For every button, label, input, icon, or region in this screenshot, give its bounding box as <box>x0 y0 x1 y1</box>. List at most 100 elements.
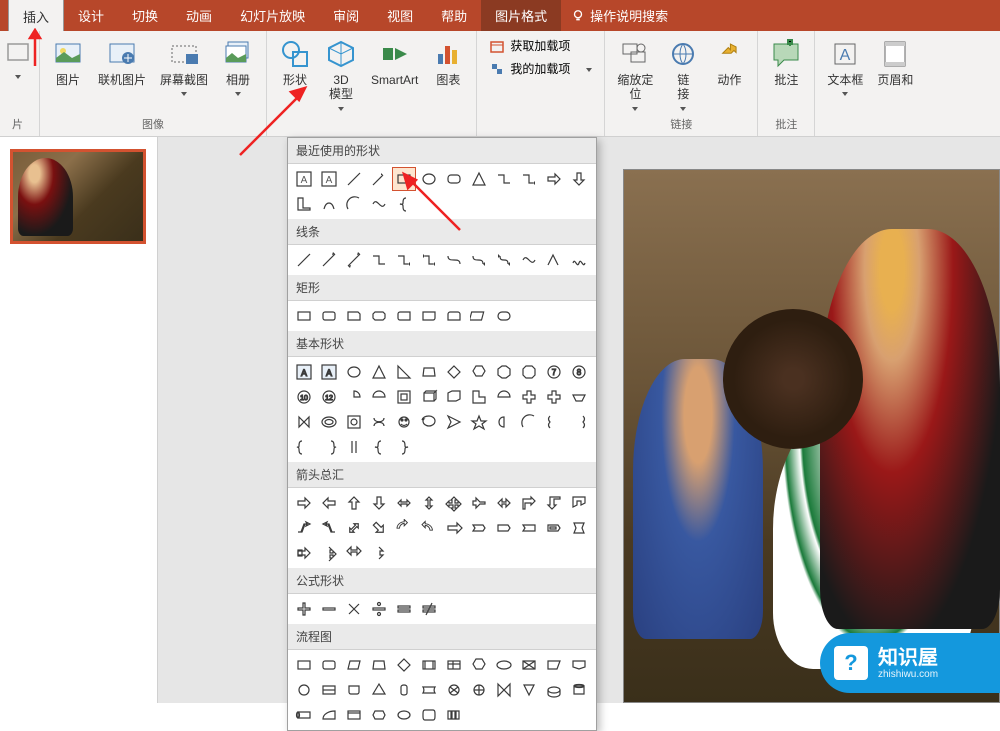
shape-basic-29[interactable] <box>417 410 441 434</box>
slide-thumbnail-1[interactable] <box>10 149 146 244</box>
shape-rect-3[interactable] <box>342 304 366 328</box>
shape-freeform-2[interactable] <box>542 248 566 272</box>
shape-basic-1[interactable]: A <box>317 360 341 384</box>
shape-basic-3[interactable] <box>367 360 391 384</box>
shape-basic-31[interactable] <box>467 410 491 434</box>
shape-basic-17[interactable] <box>417 385 441 409</box>
shape-flow-30[interactable] <box>442 703 466 727</box>
shape-line-2[interactable] <box>317 248 341 272</box>
shape-basic-38[interactable] <box>342 435 366 459</box>
shape-flow-6[interactable] <box>442 653 466 677</box>
shape-arrow-3[interactable] <box>367 491 391 515</box>
shape-rect-2[interactable] <box>317 304 341 328</box>
shape-basic-12[interactable]: 10 <box>292 385 316 409</box>
shape-flow-16[interactable] <box>392 678 416 702</box>
shape-arrow-4[interactable] <box>392 491 416 515</box>
my-addins-button[interactable]: 我的加载项 <box>483 58 598 79</box>
shape-line-1[interactable] <box>292 248 316 272</box>
shape-basic-39[interactable] <box>367 435 391 459</box>
header-footer-button[interactable]: 页眉和 <box>871 35 919 136</box>
shape-flow-1[interactable] <box>317 653 341 677</box>
shape-arrow-23[interactable] <box>567 516 591 540</box>
shape-basic-4[interactable] <box>392 360 416 384</box>
shape-flow-29[interactable] <box>417 703 441 727</box>
shape-textbox[interactable]: A <box>292 167 316 191</box>
shape-curve-conn-1[interactable] <box>442 248 466 272</box>
shape-basic-19[interactable] <box>467 385 491 409</box>
shape-arrow-16[interactable] <box>392 516 416 540</box>
shape-arrow-5[interactable] <box>417 491 441 515</box>
shape-curve-free[interactable] <box>517 248 541 272</box>
shape-basic-5[interactable] <box>417 360 441 384</box>
shape-arrow-24[interactable] <box>292 541 316 565</box>
shape-flow-8[interactable] <box>492 653 516 677</box>
shape-basic-36[interactable] <box>292 435 316 459</box>
shape-basic-27[interactable] <box>367 410 391 434</box>
shape-flow-11[interactable] <box>567 653 591 677</box>
shape-basic-8[interactable] <box>492 360 516 384</box>
shape-line-arrow[interactable] <box>367 167 391 191</box>
shape-elbow-1[interactable] <box>367 248 391 272</box>
comment-button[interactable]: 批注 <box>764 35 808 114</box>
shape-rect-8[interactable] <box>467 304 491 328</box>
shape-arrow-21[interactable] <box>517 516 541 540</box>
zoom-button[interactable]: 缩放定 位 <box>611 35 659 114</box>
online-pictures-button[interactable]: 联机图片 <box>92 35 152 114</box>
shape-arrow-18[interactable] <box>442 516 466 540</box>
shape-basic-21[interactable] <box>517 385 541 409</box>
shape-arrow-20[interactable] <box>492 516 516 540</box>
tab-view[interactable]: 视图 <box>373 0 427 32</box>
tab-pictureformat[interactable]: 图片格式 <box>481 0 561 32</box>
shape-basic-23[interactable] <box>567 385 591 409</box>
textbox-button[interactable]: A 文本框 <box>821 35 869 136</box>
shape-basic-24[interactable] <box>292 410 316 434</box>
chart-button[interactable]: 图表 <box>426 35 470 130</box>
shape-basic-22[interactable] <box>542 385 566 409</box>
shape-arrow-12[interactable] <box>292 516 316 540</box>
shape-flow-13[interactable] <box>317 678 341 702</box>
shape-elbow-2[interactable] <box>392 248 416 272</box>
shape-arrow-26[interactable] <box>342 541 366 565</box>
tell-me-search[interactable]: 操作说明搜索 <box>561 6 678 25</box>
shape-basic-15[interactable] <box>367 385 391 409</box>
shape-basic-34[interactable] <box>542 410 566 434</box>
shape-basic-18[interactable] <box>442 385 466 409</box>
shape-line[interactable] <box>342 167 366 191</box>
shape-arrow-10[interactable] <box>542 491 566 515</box>
shape-basic-28[interactable] <box>392 410 416 434</box>
shape-basic-35[interactable] <box>567 410 591 434</box>
shape-flow-28[interactable] <box>392 703 416 727</box>
shape-basic-14[interactable] <box>342 385 366 409</box>
shape-rect-7[interactable] <box>442 304 466 328</box>
shape-curve-conn-3[interactable] <box>492 248 516 272</box>
shape-equals[interactable] <box>392 597 416 621</box>
shape-connector-elbow[interactable] <box>492 167 516 191</box>
link-button[interactable]: 链 接 <box>661 35 705 114</box>
shape-arrow-14[interactable] <box>342 516 366 540</box>
shape-arrow-1[interactable] <box>317 491 341 515</box>
shape-flow-5[interactable] <box>417 653 441 677</box>
shape-rect-4[interactable] <box>367 304 391 328</box>
selected-image[interactable] <box>623 169 1000 703</box>
shape-arrow-22[interactable] <box>542 516 566 540</box>
shape-arrow-15[interactable] <box>367 516 391 540</box>
shape-basic-33[interactable] <box>517 410 541 434</box>
shape-basic-40[interactable] <box>392 435 416 459</box>
shape-basic-32[interactable] <box>492 410 516 434</box>
action-button[interactable]: 动作 <box>707 35 751 114</box>
shape-arrow-7[interactable] <box>467 491 491 515</box>
shape-basic-6[interactable] <box>442 360 466 384</box>
shape-flow-19[interactable] <box>467 678 491 702</box>
shape-basic-10[interactable]: 7 <box>542 360 566 384</box>
shape-rect-9[interactable] <box>492 304 516 328</box>
shape-basic-30[interactable] <box>442 410 466 434</box>
shape-basic-0[interactable]: A <box>292 360 316 384</box>
shape-arrow-25[interactable] <box>317 541 341 565</box>
shape-basic-37[interactable] <box>317 435 341 459</box>
tab-design[interactable]: 设计 <box>64 0 118 32</box>
tab-animations[interactable]: 动画 <box>172 0 226 32</box>
shape-arrow-2[interactable] <box>342 491 366 515</box>
shape-basic-7[interactable] <box>467 360 491 384</box>
shape-basic-25[interactable] <box>317 410 341 434</box>
shape-flow-20[interactable] <box>492 678 516 702</box>
